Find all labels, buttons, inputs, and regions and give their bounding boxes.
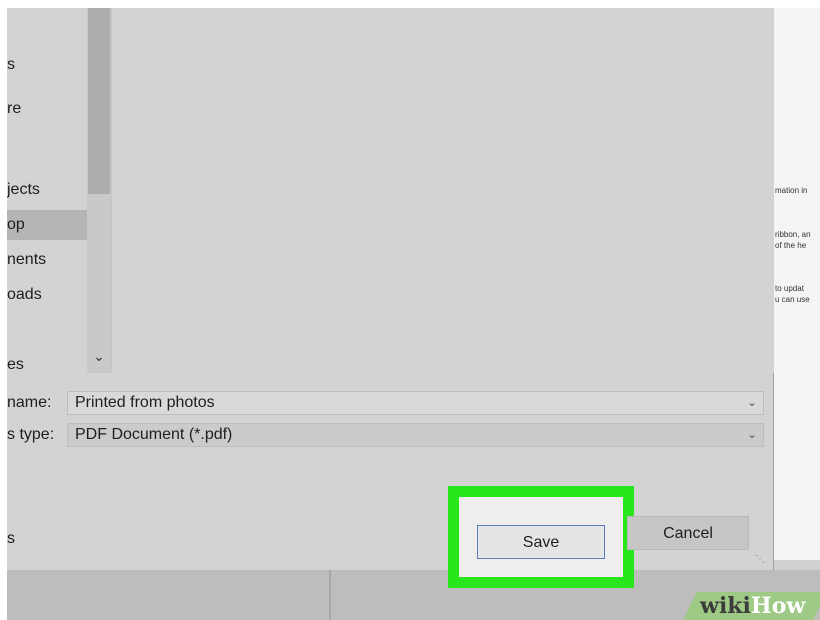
chevron-down-icon[interactable]: ⌄ (747, 395, 757, 409)
file-name-label: name: (7, 394, 52, 411)
navigation-pane: s re jects op nents oads es (7, 8, 87, 373)
window-frame-left (0, 0, 7, 620)
sidebar-item-3d-objects[interactable]: jects (7, 175, 87, 205)
chevron-down-icon[interactable]: ⌄ (87, 344, 111, 368)
nav-scrollbar[interactable]: ⌄ (87, 8, 111, 373)
file-name-value: Printed from photos (75, 394, 215, 411)
save-as-type-select[interactable]: PDF Document (*.pdf) ⌄ (67, 423, 764, 447)
highlight-inner: Save (459, 497, 623, 577)
sidebar-item[interactable]: re (7, 94, 87, 124)
watermark-part-how: How (750, 593, 806, 619)
sidebar-item[interactable]: s (7, 50, 87, 80)
scroll-thumb[interactable] (88, 8, 110, 194)
doc-text-line: to updat (775, 284, 804, 293)
window-frame-top (0, 0, 820, 8)
cancel-button[interactable]: Cancel (627, 516, 749, 550)
watermark-part-wiki: wiki (700, 593, 751, 619)
wikihow-watermark: wikiHow (700, 592, 805, 620)
sidebar-item-desktop[interactable]: op (7, 210, 87, 240)
taskbar-divider (329, 570, 331, 620)
background-document: mation in ribbon, an of the he to updat … (773, 8, 820, 560)
hide-folders-label[interactable]: s (7, 530, 15, 548)
save-as-type-label: s type: (7, 426, 55, 443)
chevron-down-icon[interactable]: ⌄ (747, 427, 757, 441)
sidebar-item[interactable]: es (7, 350, 87, 373)
save-button-highlight: Save (448, 486, 634, 588)
doc-text-line: ribbon, an (775, 230, 811, 239)
file-name-input[interactable]: Printed from photos ⌄ (67, 391, 764, 415)
save-as-dialog: s re jects op nents oads es ⌄ name: Prin… (7, 8, 774, 588)
doc-text-line: mation in (775, 186, 808, 195)
sidebar-item-downloads[interactable]: oads (7, 280, 87, 310)
doc-text-line: of the he (775, 241, 807, 250)
save-button[interactable]: Save (477, 525, 605, 559)
file-list-pane[interactable] (111, 8, 774, 373)
save-as-type-value: PDF Document (*.pdf) (75, 426, 233, 443)
doc-text-line: u can use (775, 295, 810, 304)
resize-grip-icon[interactable]: ⋱ (755, 554, 765, 565)
sidebar-item-documents[interactable]: nents (7, 245, 87, 275)
